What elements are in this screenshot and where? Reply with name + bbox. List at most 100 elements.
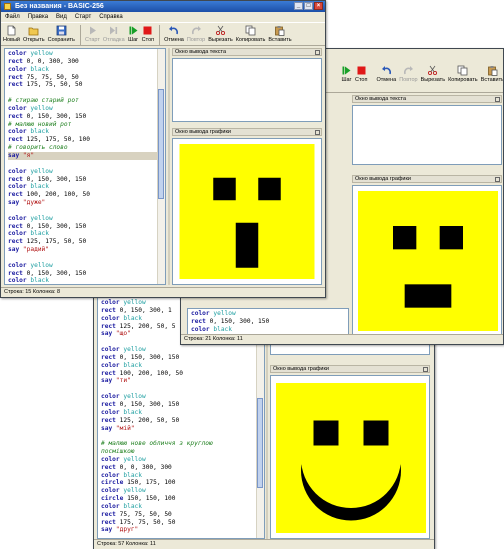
code-line: color yellow: [8, 50, 53, 57]
toolbar-button-label: Копировать: [235, 37, 266, 43]
toolbar-button-4[interactable]: Отладка: [103, 23, 125, 43]
toolbar-button-6[interactable]: Стоп: [142, 23, 154, 43]
pin-icon[interactable]: [315, 50, 320, 55]
redo-icon: [191, 25, 202, 36]
code-line: rect 0, 0, 300, 300: [8, 57, 79, 65]
stop-icon: [142, 25, 153, 36]
run-icon: [87, 25, 98, 36]
toolbar-button-label: Отмена: [164, 37, 184, 43]
cut-icon: [427, 65, 438, 76]
toolbar-button-7[interactable]: Отмена: [164, 23, 184, 43]
code-line: say "друг": [101, 526, 139, 534]
toolbar-button-label: Стоп: [355, 77, 368, 83]
pin-icon[interactable]: [315, 130, 320, 135]
toolbar-button-label: Новый: [3, 37, 20, 43]
toolbar-button-2[interactable]: Сохранить: [48, 23, 75, 43]
status-text: Строка: 15 Колонка: 8: [4, 289, 61, 295]
redo-icon: [403, 65, 414, 76]
graphics-canvas: [179, 144, 315, 279]
black-rect: [213, 177, 236, 201]
status-bar: Строка: 15 Колонка: 8: [1, 287, 325, 297]
code-line: color black: [101, 408, 142, 416]
toolbar-button-label: Повтор: [399, 77, 418, 83]
code-line: rect 100, 200, 100, 50: [101, 369, 183, 377]
menu-item-1[interactable]: Правка: [28, 12, 48, 22]
pin-icon[interactable]: [495, 177, 500, 182]
code-line: color yellow: [101, 455, 146, 463]
code-line: color yellow: [101, 346, 146, 354]
maximize-button[interactable]: □: [304, 2, 313, 10]
graphics-output-header: Окно вывода графики: [270, 365, 430, 373]
code-line: rect 0, 150, 300, 150: [101, 353, 180, 361]
toolbar-button-0[interactable]: Новый: [3, 23, 20, 43]
toolbar: Новый Открыть Сохранить Старт Отладка Шаг Стоп…: [1, 22, 325, 46]
debug-icon: [108, 25, 119, 36]
toolbar-button-3[interactable]: Повтор: [399, 63, 418, 83]
graphics-canvas: [276, 383, 426, 533]
code-line: say "я": [8, 151, 165, 160]
pin-icon[interactable]: [495, 97, 500, 102]
graphics-output-area: [172, 138, 322, 285]
menu-item-4[interactable]: Справка: [99, 12, 123, 22]
toolbar-button-label: Старт: [84, 37, 100, 43]
code-line: rect 75, 75, 50, 50: [101, 510, 172, 518]
code-line: # стираю старий рот: [8, 97, 79, 105]
toolbar-button-3[interactable]: Старт: [85, 23, 100, 43]
text-output-header: Окно вывода текста: [352, 95, 502, 103]
copy-icon: [457, 65, 468, 76]
toolbar-button-9[interactable]: Вырезать: [208, 23, 233, 43]
code-line: color yellow: [101, 487, 146, 495]
graphics-output-area: [270, 375, 430, 539]
toolbar-button-label: Отмена: [376, 77, 397, 83]
close-button[interactable]: ×: [314, 2, 323, 10]
code-line: say "радий": [8, 246, 49, 254]
code-line: # говорить слово: [8, 144, 68, 152]
toolbar-button-5[interactable]: Шаг: [128, 23, 139, 43]
toolbar-button-label: Вырезать: [420, 77, 446, 83]
black-rect: [393, 226, 417, 250]
copy-icon: [245, 25, 256, 36]
code-line: circle 150, 175, 100: [101, 479, 176, 487]
toolbar-button-8[interactable]: Повтор: [187, 23, 205, 43]
black-rect: [258, 177, 281, 201]
text-output-area: [352, 105, 502, 165]
menu-item-2[interactable]: Вид: [56, 12, 67, 22]
code-line: color black: [101, 502, 142, 510]
toolbar-button-2[interactable]: Отмена: [376, 63, 396, 83]
code-line: color yellow: [8, 261, 53, 269]
toolbar-button-label: Шаг: [341, 77, 352, 83]
toolbar-button-5[interactable]: Копировать: [448, 63, 478, 83]
toolbar-button-label: Вставить: [480, 77, 504, 83]
minimize-button[interactable]: _: [294, 2, 303, 10]
pin-icon[interactable]: [423, 367, 428, 372]
ide-window-1: Без названия - BASIC-256 _ □ × Файл Правк…: [0, 0, 326, 298]
menu-item-0[interactable]: Файл: [5, 12, 20, 22]
code-line: circle 150, 150, 100: [101, 495, 176, 503]
code-line: rect 125, 200, 50, 50: [101, 416, 180, 424]
code-line: color black: [8, 230, 49, 238]
code-line: rect 0, 150, 300, 150: [8, 222, 87, 230]
undo-icon: [168, 25, 179, 36]
code-editor[interactable]: color yellow rect 0, 0, 300, 300 color bla…: [4, 48, 166, 285]
code-line: color black: [8, 277, 49, 285]
code-editor[interactable]: color yellow rect 0, 150, 300, 150 color b…: [187, 308, 349, 335]
app-icon: [4, 3, 11, 10]
code-line: color yellow: [8, 104, 53, 112]
toolbar-button-0[interactable]: Шаг: [341, 63, 352, 83]
code-line: rect 0, 150, 300, 150: [8, 269, 87, 277]
undo-icon: [381, 65, 392, 76]
toolbar-button-11[interactable]: Вставить: [268, 23, 292, 43]
toolbar-button-6[interactable]: Вставить: [480, 63, 504, 83]
toolbar-button-10[interactable]: Копировать: [235, 23, 266, 43]
new-file-icon: [6, 25, 17, 36]
toolbar-button-4[interactable]: Вырезать: [421, 63, 445, 83]
menu-item-3[interactable]: Старт: [75, 12, 91, 22]
graphics-canvas: [358, 191, 498, 331]
toolbar-button-1[interactable]: Стоп: [355, 63, 367, 83]
editor-scrollbar[interactable]: [157, 49, 165, 284]
toolbar-button-1[interactable]: Открыть: [23, 23, 45, 43]
code-line: say "мій": [101, 424, 135, 432]
